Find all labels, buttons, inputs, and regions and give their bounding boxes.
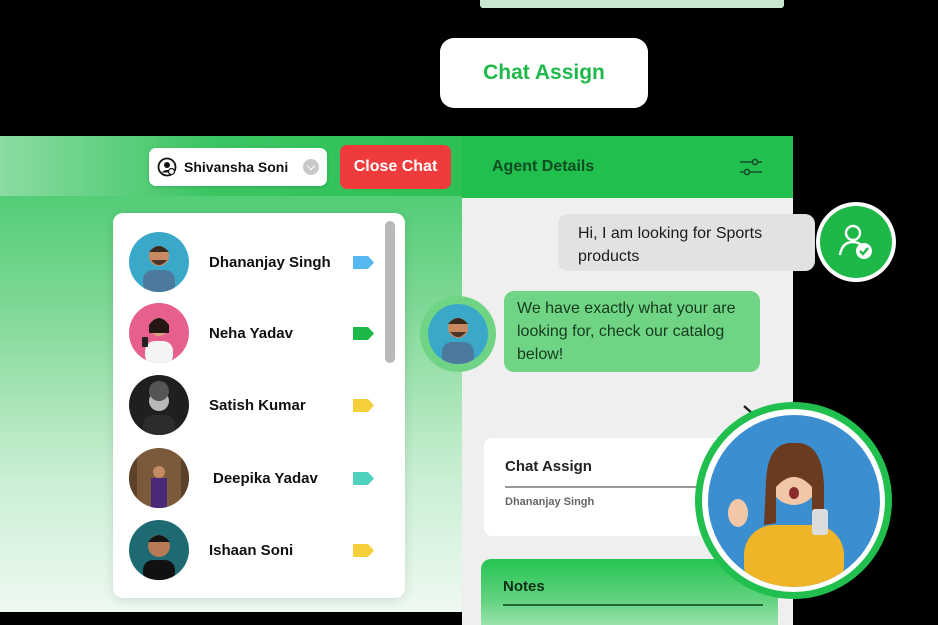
top-panel-edge (480, 0, 784, 8)
tag-label-icon (353, 326, 374, 340)
contact-name: Neha Yadav (209, 324, 293, 342)
tag-label-icon (353, 543, 374, 557)
tag-label-icon (353, 255, 374, 269)
list-item[interactable]: Dhananjay Singh (129, 232, 374, 292)
outgoing-message: We have exactly what your are looking fo… (504, 291, 760, 372)
agent-details-title: Agent Details (492, 158, 595, 175)
page-title: Chat Assign (440, 38, 648, 108)
man-curly-avatar (129, 375, 189, 435)
tag-label-icon (353, 398, 374, 412)
man-smile-avatar (129, 520, 189, 580)
excited-woman-phone-image (707, 414, 880, 587)
agent-select-value: Shivansha Soni (184, 159, 289, 175)
agent-select-dropdown[interactable]: Shivansha Soni (149, 148, 327, 186)
man-denim-avatar (129, 232, 189, 292)
divider (505, 486, 715, 488)
scrollbar[interactable] (385, 221, 395, 591)
scrollbar-thumb[interactable] (385, 221, 395, 363)
assigned-agent-value: Dhananjay Singh (505, 495, 595, 508)
notes-title: Notes (503, 578, 545, 595)
contact-name: Ishaan Soni (209, 541, 294, 559)
list-item[interactable]: Satish Kumar (129, 375, 374, 435)
chat-assign-card[interactable]: Chat Assign Dhananjay Singh (484, 438, 729, 536)
customer-photo (695, 402, 892, 599)
woman-phone-avatar (129, 303, 189, 363)
list-item[interactable]: Ishaan Soni (129, 520, 374, 580)
chevron-down-icon (303, 159, 319, 175)
filter-sliders-icon[interactable] (739, 158, 763, 176)
close-chat-button[interactable]: Close Chat (340, 145, 451, 189)
list-item[interactable]: Deepika Yadav (129, 448, 374, 508)
verified-user-badge (816, 202, 896, 282)
user-circle-icon (157, 157, 177, 177)
chat-assign-title: Chat Assign (505, 458, 592, 475)
contact-name: Satish Kumar (209, 396, 306, 414)
tag-label-icon (353, 471, 374, 485)
contact-name: Deepika Yadav (213, 469, 318, 487)
user-check-icon (838, 224, 872, 259)
agent-details-header: Agent Details (462, 136, 793, 198)
contact-name: Dhananjay Singh (209, 253, 331, 271)
list-item[interactable]: Neha Yadav (129, 303, 374, 363)
divider (503, 604, 763, 606)
incoming-message: Hi, I am looking for Sports products (558, 214, 815, 271)
woman-wood-avatar (129, 448, 189, 508)
agent-avatar (420, 296, 496, 372)
contact-list: Dhananjay Singh Neha Yadav Satish Kumar (113, 213, 405, 598)
